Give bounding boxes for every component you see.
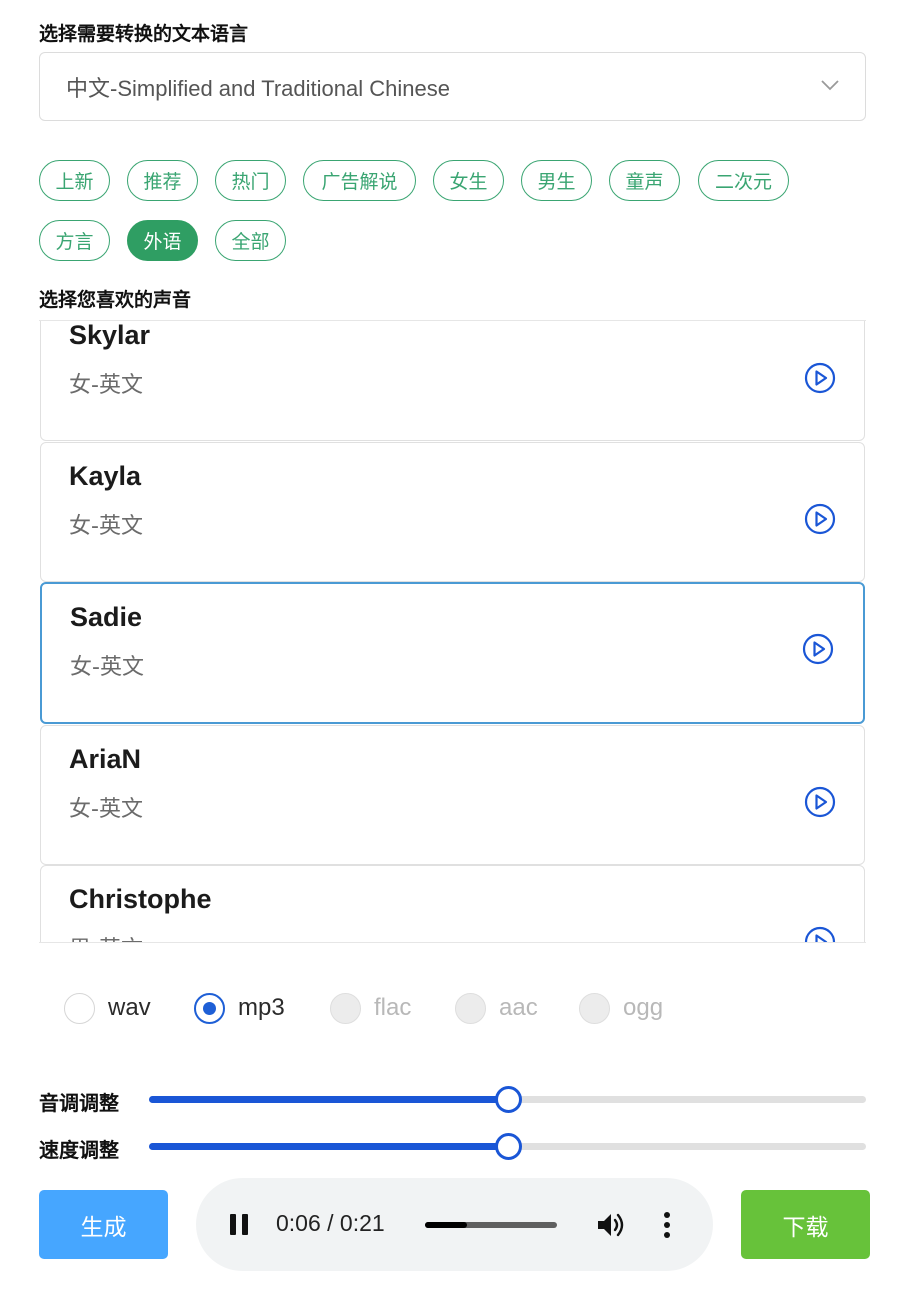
tag-label: 广告解说 [321,171,398,193]
tag-recommended[interactable]: 推荐 [127,160,198,201]
player-time: 0:06 / 0:21 [276,1210,385,1236]
format-label: flac [374,994,412,1021]
format-label: ogg [623,994,664,1021]
volume-icon[interactable] [596,1211,626,1239]
radio-button[interactable] [330,992,361,1024]
chevron-down-icon [821,80,839,91]
tag-label: 上新 [55,171,94,193]
radio-button[interactable] [455,992,486,1024]
radio-button[interactable] [64,992,95,1024]
pitch-slider-thumb[interactable] [494,1086,522,1113]
voice-section-label: 选择您喜欢的声音 [39,289,192,311]
more-vertical-icon[interactable] [663,1211,671,1239]
pitch-slider-row: 音调调整 [39,1081,866,1117]
voice-card[interactable]: Kayla 女-英文 [40,442,865,582]
pitch-slider-fill [149,1096,508,1103]
format-option-ogg[interactable]: ogg [579,990,663,1026]
format-label: wav [108,994,151,1021]
speed-slider-label: 速度调整 [39,1138,119,1162]
tag-label: 外语 [143,231,182,253]
audio-player: 0:06 / 0:21 [196,1178,713,1271]
language-section-label: 选择需要转换的文本语言 [39,23,249,45]
tag-male[interactable]: 男生 [521,160,592,201]
tag-label: 推荐 [143,171,182,193]
voice-card[interactable]: AriaN 女-英文 [40,725,865,865]
format-option-flac[interactable]: flac [330,990,411,1026]
tag-ad-narration[interactable]: 广告解说 [303,160,416,201]
voice-desc: 女-英文 [69,514,143,539]
play-circle-icon[interactable] [804,362,836,394]
tag-label: 全部 [231,231,270,253]
play-circle-icon[interactable] [804,926,836,943]
tag-all[interactable]: 全部 [215,220,286,261]
pitch-slider-label: 音调调整 [39,1091,119,1115]
pause-icon[interactable] [230,1214,248,1235]
voice-desc: 女-英文 [69,373,143,398]
voice-desc: 女-英文 [70,655,144,680]
download-button[interactable]: 下载 [741,1190,870,1259]
tag-label: 热门 [231,171,270,193]
tag-label: 方言 [55,231,94,253]
tag-foreign[interactable]: 外语 [127,220,198,261]
speed-slider-row: 速度调整 [39,1128,866,1164]
format-radio-group: wav mp3 flac aac ogg [64,990,764,1026]
voice-card-selected[interactable]: Sadie 女-英文 [40,582,865,724]
generate-button[interactable]: 生成 [39,1190,168,1259]
tag-female[interactable]: 女生 [433,160,504,201]
voice-name: Kayla [69,461,142,491]
language-select-value: 中文-Simplified and Traditional Chinese [66,75,450,101]
voice-desc: 女-英文 [69,797,143,822]
tag-label: 女生 [449,171,488,193]
format-option-wav[interactable]: wav [64,990,151,1026]
radio-button[interactable] [194,992,225,1024]
voice-name: Sadie [70,602,143,632]
voice-card[interactable]: Skylar 女-英文 [40,320,865,441]
voice-name: Christophe [69,884,212,914]
speed-slider-thumb[interactable] [494,1133,522,1160]
voice-desc: 男-英文 [69,931,143,942]
player-progress-fill [425,1222,468,1228]
radio-button[interactable] [579,992,610,1024]
tag-anime[interactable]: 二次元 [698,160,789,201]
format-label: aac [499,994,538,1021]
player-progress-bar[interactable] [425,1222,557,1228]
voice-list[interactable]: Skylar 女-英文 Kayla 女-英文 Sadie 女-英文 AriaN … [39,320,866,943]
voice-name: AriaN [69,744,142,774]
voice-name: Skylar [69,320,151,350]
tag-label: 男生 [537,171,576,193]
speed-slider-fill [149,1143,508,1150]
language-select[interactable]: 中文-Simplified and Traditional Chinese [39,52,866,121]
voice-card[interactable]: Christophe 男-英文 [40,865,865,943]
format-label: mp3 [238,994,285,1021]
tag-label: 童声 [625,171,664,193]
play-circle-icon[interactable] [804,503,836,535]
play-circle-icon[interactable] [804,786,836,818]
tag-dialect[interactable]: 方言 [39,220,110,261]
speed-slider[interactable] [149,1133,866,1160]
tag-new[interactable]: 上新 [39,160,110,201]
format-option-aac[interactable]: aac [455,990,538,1026]
play-circle-icon[interactable] [802,633,834,665]
tag-child[interactable]: 童声 [609,160,680,201]
tag-hot[interactable]: 热门 [215,160,286,201]
tag-label: 二次元 [714,171,772,193]
pitch-slider[interactable] [149,1086,866,1113]
format-option-mp3[interactable]: mp3 [194,990,285,1026]
